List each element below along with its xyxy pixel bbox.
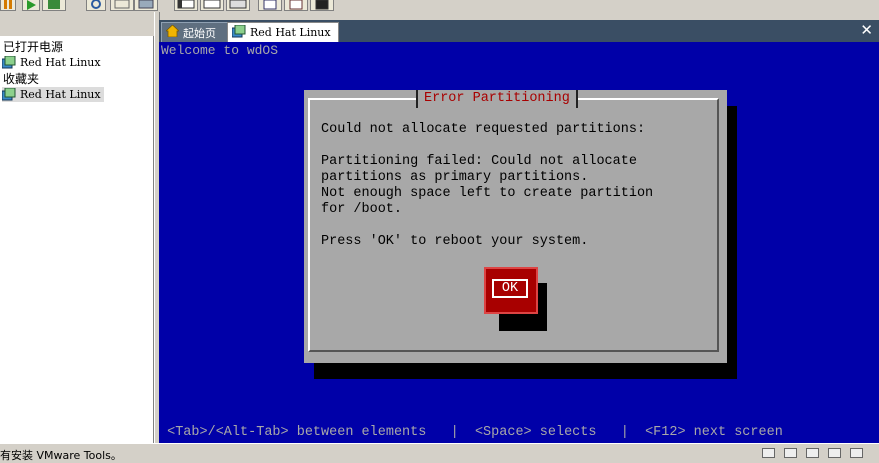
snapshot-manager-icon[interactable] <box>134 0 158 11</box>
refresh-icon[interactable] <box>42 0 66 11</box>
appliance-view-icon[interactable] <box>284 0 308 11</box>
sidebar-heading-favorites: 收藏夹 <box>3 72 40 86</box>
console-view-icon[interactable] <box>310 0 334 11</box>
help-line: <Tab>/<Alt-Tab> between elements | <Spac… <box>159 425 783 440</box>
close-icon[interactable]: ✕ <box>860 21 873 39</box>
tab-bar: 起始页 Red Hat Linux ✕ <box>159 20 879 42</box>
vm-icon <box>1 87 16 101</box>
pause-icon[interactable] <box>0 0 16 11</box>
ok-button-label: OK <box>492 279 528 298</box>
tab-label: 起始页 <box>183 26 216 40</box>
sidebar-item-vm[interactable]: Red Hat Linux <box>1 55 104 70</box>
summary-view-icon[interactable] <box>258 0 282 11</box>
dialog-message-body: Partitioning failed: Could not allocate … <box>321 154 654 217</box>
sidebar: 已打开电源 Red Hat Linux 收藏夹 Red Hat Linux <box>0 36 154 443</box>
status-text: 有安装 VMware Tools。 <box>0 449 122 462</box>
revert-icon[interactable] <box>110 0 134 11</box>
snapshot-icon[interactable] <box>86 0 106 11</box>
sidebar-toggle-icon[interactable] <box>174 0 198 11</box>
dialog-title: Error Partitioning <box>416 90 578 108</box>
quick-switch-icon[interactable] <box>226 0 250 11</box>
status-bar: 有安装 VMware Tools。 <box>0 443 879 462</box>
fullscreen-icon[interactable] <box>200 0 224 11</box>
sidebar-item-label: Red Hat Linux <box>20 56 101 69</box>
play-icon[interactable] <box>22 0 40 11</box>
ok-button[interactable]: OK <box>484 267 538 314</box>
home-icon <box>164 24 181 40</box>
sidebar-heading-powered-on: 已打开电源 <box>3 40 64 54</box>
tab-home[interactable]: 起始页 <box>161 22 229 42</box>
vm-console[interactable]: Welcome to wdOS Error Partitioning Could… <box>159 42 879 443</box>
error-dialog: Error Partitioning Could not allocate re… <box>304 90 727 363</box>
dialog-message-instruction: Press 'OK' to reboot your system. <box>321 234 589 249</box>
tab-label: Red Hat Linux <box>250 26 331 39</box>
sidebar-item-label: Red Hat Linux <box>20 88 101 101</box>
tab-vm[interactable]: Red Hat Linux <box>227 22 339 42</box>
sidebar-item-vm-favorite[interactable]: Red Hat Linux <box>1 87 104 102</box>
toolbar <box>0 0 879 12</box>
vm-icon <box>231 24 246 41</box>
vm-icon <box>1 55 16 69</box>
dialog-message-header: Could not allocate requested partitions: <box>321 122 646 137</box>
welcome-text: Welcome to wdOS <box>161 43 279 58</box>
